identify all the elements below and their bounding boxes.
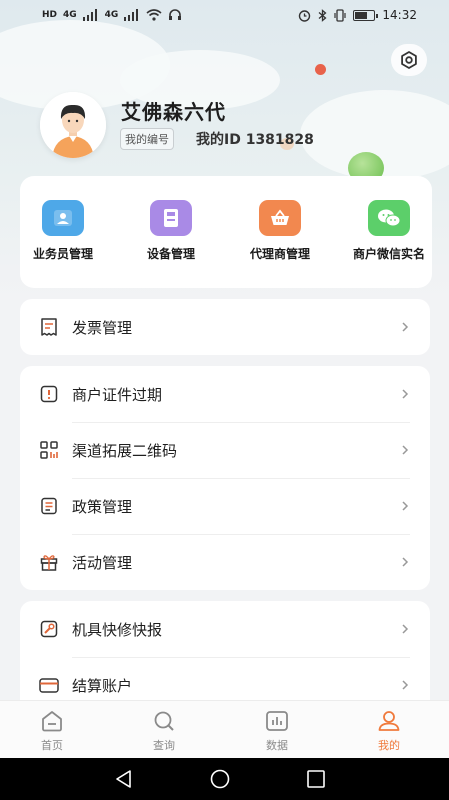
chart-icon — [266, 711, 288, 731]
quick-item-agent[interactable]: 代理商管理 — [225, 176, 335, 288]
search-icon — [154, 711, 174, 731]
status-right: 14:32 — [298, 8, 417, 22]
balloon-decoration — [315, 64, 326, 75]
chevron-right-icon — [402, 501, 409, 511]
list-item-qrcode[interactable]: 渠道拓展二维码 — [20, 422, 430, 478]
tab-label: 数据 — [266, 739, 288, 752]
chevron-right-icon — [402, 624, 409, 634]
list-item-repair[interactable]: 机具快修快报 — [20, 601, 430, 657]
vibrate-icon — [334, 8, 347, 22]
headset-icon — [169, 9, 182, 20]
quick-item-label: 设备管理 — [146, 247, 195, 261]
user-name: 艾佛森六代 — [121, 100, 226, 124]
quick-item-wechat[interactable]: 商户微信实名 — [334, 176, 444, 288]
tab-label: 查询 — [153, 739, 175, 752]
list-item-label: 商户证件过期 — [72, 385, 163, 404]
management-card: 商户证件过期 渠道拓展二维码 政策管理 活动管理 — [20, 366, 430, 590]
tab-label: 我的 — [378, 739, 400, 752]
list-item-label: 机具快修快报 — [72, 620, 163, 639]
user-id: 我的ID 1381828 — [196, 132, 314, 148]
battery-icon — [353, 9, 379, 21]
signal-label-1: 4G — [63, 10, 77, 20]
qrcode-icon — [37, 438, 61, 462]
list-item-label: 活动管理 — [72, 553, 133, 572]
battery-level — [355, 11, 368, 19]
tab-data[interactable]: 数据 — [221, 701, 333, 759]
gift-icon — [37, 550, 61, 574]
settings-button[interactable] — [391, 44, 427, 76]
list-item-label: 渠道拓展二维码 — [72, 441, 178, 460]
user-icon — [378, 711, 400, 731]
signal-icon — [82, 9, 97, 21]
status-left: HD 4G 4G — [42, 9, 182, 21]
alert-icon — [37, 382, 61, 406]
list-item-policy[interactable]: 政策管理 — [20, 478, 430, 534]
quick-item-salesman[interactable]: 业务员管理 — [8, 176, 118, 288]
list-item-cert-expired[interactable]: 商户证件过期 — [20, 366, 430, 422]
invoice-icon — [37, 315, 61, 339]
home-icon — [42, 711, 62, 732]
chevron-right-icon — [402, 389, 409, 399]
basket-icon — [259, 200, 301, 236]
signal-label-2: 4G — [104, 10, 119, 20]
quick-item-label: 商户微信实名 — [352, 247, 425, 261]
chevron-right-icon — [402, 445, 409, 455]
tab-home[interactable]: 首页 — [0, 701, 108, 759]
list-item-label: 发票管理 — [72, 318, 133, 337]
settings-icon — [401, 51, 417, 69]
avatar-image — [40, 92, 106, 158]
tab-search[interactable]: 查询 — [108, 701, 220, 759]
quick-item-label: 代理商管理 — [249, 247, 310, 261]
quick-menu-card: 业务员管理 设备管理 代理商管理 商户微信实名 — [20, 176, 432, 288]
list-item-activity[interactable]: 活动管理 — [20, 534, 430, 590]
list-item-label: 政策管理 — [72, 497, 133, 516]
repair-icon — [37, 617, 61, 641]
chevron-right-icon — [402, 557, 409, 567]
card-icon — [37, 673, 61, 697]
home-circle-icon[interactable] — [208, 767, 232, 791]
clock: 14:32 — [382, 8, 417, 22]
tab-mine[interactable]: 我的 — [333, 701, 445, 759]
system-navigation-bar — [0, 758, 449, 800]
alarm-icon — [299, 9, 311, 22]
chevron-right-icon — [402, 322, 409, 332]
quick-item-device[interactable]: 设备管理 — [116, 176, 226, 288]
bottom-tab-bar: 首页 查询 数据 我的 — [0, 700, 449, 758]
avatar[interactable] — [40, 92, 106, 158]
wechat-icon — [368, 200, 410, 236]
status-bar: HD 4G 4G 14:32 — [0, 0, 449, 30]
wifi-icon — [146, 9, 162, 21]
bluetooth-icon — [318, 8, 327, 22]
back-icon[interactable] — [112, 767, 136, 791]
recent-apps-icon[interactable] — [304, 767, 328, 791]
invoice-card: 发票管理 — [20, 299, 430, 355]
sim-icon: HD — [42, 10, 58, 20]
document-icon — [37, 494, 61, 518]
id-tag: 我的编号 — [120, 128, 174, 150]
signal-icon — [124, 9, 139, 21]
chevron-right-icon — [402, 680, 409, 690]
device-icon — [150, 200, 192, 236]
tab-label: 首页 — [41, 739, 63, 752]
service-card: 机具快修快报 结算账户 — [20, 601, 430, 713]
quick-item-label: 业务员管理 — [32, 247, 93, 261]
list-item-invoice[interactable]: 发票管理 — [20, 299, 430, 355]
person-card-icon — [42, 200, 84, 236]
list-item-label: 结算账户 — [72, 676, 133, 695]
